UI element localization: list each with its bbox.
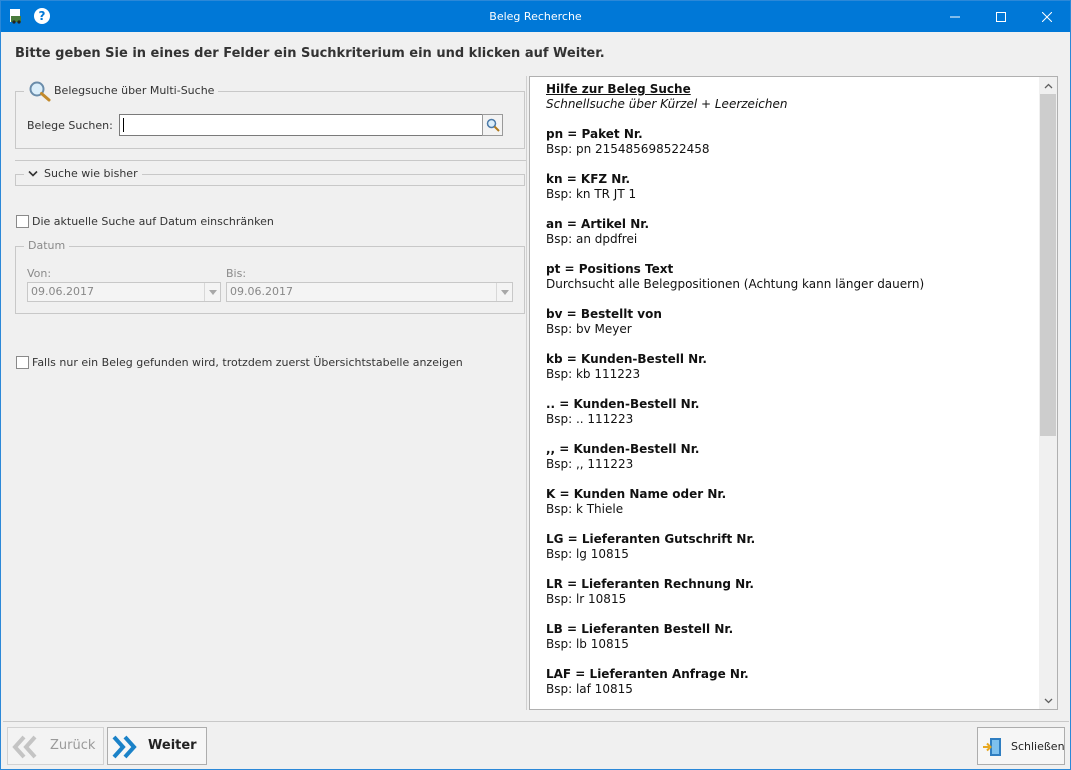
help-entry-title: LB = Lieferanten Bestell Nr. [546, 622, 734, 636]
help-entry-title: kn = KFZ Nr. [546, 172, 631, 186]
scroll-up-button[interactable] [1039, 77, 1057, 94]
minimize-icon [950, 16, 960, 17]
help-entry-example: Bsp: lb 10815 [546, 637, 629, 651]
date-restrict-checkbox[interactable] [16, 215, 29, 228]
help-entry-example: Bsp: lr 10815 [546, 592, 627, 606]
help-entry-example: Bsp: an dpdfrei [546, 232, 638, 246]
dialog-window: ? Beleg Recherche Bitte geben Sie in ein… [0, 0, 1071, 770]
text-caret [123, 118, 124, 132]
from-date-value: 09.06.2017 [31, 285, 94, 298]
help-entry-title: pn = Paket Nr. [546, 127, 643, 141]
help-entry: LR = Lieferanten Rechnung Nr. Bsp: lr 108… [546, 577, 1036, 607]
help-content: Hilfe zur Beleg Suche Schnellsuche über … [546, 82, 1036, 697]
double-chevron-left-icon [12, 735, 37, 759]
help-entry: bv = Bestellt von Bsp: bv Meyer [546, 307, 1036, 337]
help-entries: pn = Paket Nr. Bsp: pn 215485698522458 kn … [546, 127, 1036, 697]
help-entry-example: Bsp: kb 111223 [546, 367, 641, 381]
from-date-select[interactable]: 09.06.2017 [27, 282, 221, 302]
footer-divider [3, 721, 1069, 722]
help-entry: kn = KFZ Nr. Bsp: kn TR JT 1 [546, 172, 1036, 202]
help-entry-title: .. = Kunden-Bestell Nr. [546, 397, 700, 411]
help-entry: .. = Kunden-Bestell Nr. Bsp: .. 111223 [546, 397, 1036, 427]
back-button-label: Zurück [50, 738, 96, 753]
help-entry-example: Bsp: ,, 111223 [546, 457, 634, 471]
help-entry: pt = Positions Text Durchsucht alle Beleg… [546, 262, 1036, 292]
date-group: Datum [15, 239, 525, 314]
close-button-label: Schließen [1011, 740, 1065, 753]
magnifier-icon [29, 81, 51, 102]
help-entry-example: Bsp: .. 111223 [546, 412, 634, 426]
search-button[interactable] [482, 114, 503, 136]
help-entry-title: LAF = Lieferanten Anfrage Nr. [546, 667, 749, 681]
chevron-down-icon [1044, 698, 1052, 703]
splitter[interactable] [526, 76, 527, 710]
help-entry-title: an = Artikel Nr. [546, 217, 650, 231]
chevron-down-icon [28, 170, 38, 177]
help-entry-example: Bsp: k Thiele [546, 502, 624, 516]
next-button[interactable]: Weiter [107, 727, 207, 765]
maximize-button[interactable] [978, 1, 1024, 32]
overview-label[interactable]: Falls nur ein Beleg gefunden wird, trotz… [32, 356, 463, 369]
help-entry-title: K = Kunden Name oder Nr. [546, 487, 727, 501]
multi-search-legend-text: Belegsuche über Multi-Suche [54, 84, 215, 97]
to-date-value: 09.06.2017 [230, 285, 293, 298]
help-entry-example: Durchsucht alle Belegpositionen (Achtung… [546, 277, 925, 291]
help-entry: K = Kunden Name oder Nr. Bsp: k Thiele [546, 487, 1036, 517]
help-entry: kb = Kunden-Bestell Nr. Bsp: kb 111223 [546, 352, 1036, 382]
dropdown-arrow-icon [496, 283, 512, 301]
section-separator [15, 160, 527, 161]
multi-search-legend: Belegsuche über Multi-Suche [24, 80, 219, 102]
double-chevron-right-icon [112, 735, 137, 759]
help-subtitle: Schnellsuche über Kürzel + Leerzeichen [546, 97, 788, 111]
help-entry: an = Artikel Nr. Bsp: an dpdfrei [546, 217, 1036, 247]
dropdown-arrow-icon [204, 283, 220, 301]
date-group-legend: Datum [24, 239, 70, 253]
chevron-up-icon [1044, 83, 1052, 88]
help-entry-title: kb = Kunden-Bestell Nr. [546, 352, 707, 366]
help-entry-title: pt = Positions Text [546, 262, 674, 276]
window-title: Beleg Recherche [489, 10, 582, 23]
maximize-icon [996, 11, 1006, 22]
help-entry: LAF = Lieferanten Anfrage Nr. Bsp: laf 10… [546, 667, 1036, 697]
to-date-select[interactable]: 09.06.2017 [226, 282, 513, 302]
help-entry: pn = Paket Nr. Bsp: pn 215485698522458 [546, 127, 1036, 157]
title-bar: ? Beleg Recherche [1, 1, 1070, 32]
instruction-heading: Bitte geben Sie in eines der Felder ein … [15, 46, 605, 61]
help-scrollbar[interactable] [1039, 77, 1057, 709]
search-input[interactable] [119, 114, 483, 136]
next-button-label: Weiter [148, 738, 197, 753]
help-entry: LB = Lieferanten Bestell Nr. Bsp: lb 1081… [546, 622, 1036, 652]
exit-door-icon [983, 738, 1001, 756]
minimize-button[interactable] [932, 1, 978, 32]
help-entry-example: Bsp: kn TR JT 1 [546, 187, 637, 201]
search-icon [486, 118, 500, 132]
back-button[interactable]: Zurück [7, 727, 104, 765]
help-entry: LG = Lieferanten Gutschrift Nr. Bsp: lg 1… [546, 532, 1036, 562]
help-entry: ,, = Kunden-Bestell Nr. Bsp: ,, 111223 [546, 442, 1036, 472]
help-panel: Hilfe zur Beleg Suche Schnellsuche über … [529, 76, 1058, 710]
help-entry-title: LR = Lieferanten Rechnung Nr. [546, 577, 754, 591]
help-entry-title: bv = Bestellt von [546, 307, 662, 321]
scroll-thumb[interactable] [1040, 94, 1056, 436]
close-window-button[interactable] [1024, 1, 1070, 32]
date-restrict-label[interactable]: Die aktuelle Suche auf Datum einschränke… [32, 215, 274, 228]
scroll-down-button[interactable] [1039, 692, 1057, 709]
to-date-label: Bis: [226, 267, 247, 280]
help-entry-title: LG = Lieferanten Gutschrift Nr. [546, 532, 756, 546]
classic-search-group: Suche wie bisher [15, 167, 525, 186]
belege-suchen-label: Belege Suchen: [27, 119, 113, 132]
classic-search-legend-text: Suche wie bisher [44, 167, 138, 180]
from-date-label: Von: [27, 267, 52, 280]
close-icon [1042, 11, 1052, 22]
overview-checkbox[interactable] [16, 356, 29, 369]
help-entry-example: Bsp: pn 215485698522458 [546, 142, 710, 156]
classic-search-toggle[interactable]: Suche wie bisher [24, 167, 142, 181]
help-title: Hilfe zur Beleg Suche [546, 82, 691, 96]
help-entry-title: ,, = Kunden-Bestell Nr. [546, 442, 700, 456]
help-entry-example: Bsp: lg 10815 [546, 547, 629, 561]
help-entry-example: Bsp: laf 10815 [546, 682, 633, 696]
close-button[interactable]: Schließen [977, 727, 1065, 765]
help-entry-example: Bsp: bv Meyer [546, 322, 632, 336]
